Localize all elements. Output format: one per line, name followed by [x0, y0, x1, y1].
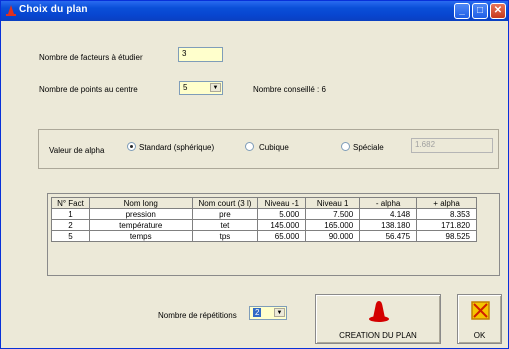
- table-row[interactable]: 5 temps tps 65.000 90.000 56.475 98.525: [51, 230, 477, 242]
- col-header-nom-long[interactable]: Nom long: [88, 197, 193, 209]
- col-header-niveau-1[interactable]: Niveau 1: [305, 197, 361, 209]
- traffic-cone-icon: [369, 301, 389, 322]
- ok-button[interactable]: OK: [457, 294, 502, 344]
- col-header-niveau-moins1[interactable]: Niveau -1: [257, 197, 307, 209]
- cell-nfact[interactable]: 1: [51, 208, 90, 220]
- cell-plus-alpha[interactable]: 171.820: [416, 219, 477, 231]
- cell-niveau-1[interactable]: 90.000: [305, 230, 361, 242]
- window-title: Choix du plan: [19, 4, 88, 15]
- radio-cubique[interactable]: [245, 142, 254, 151]
- factors-table: N° Fact Nom long Nom court (3 l) Niveau …: [51, 197, 477, 242]
- repetitions-label: Nombre de répétitions: [158, 311, 237, 320]
- points-centre-value: 5: [183, 83, 188, 92]
- cell-nom-long[interactable]: pression: [88, 208, 193, 220]
- maximize-button[interactable]: □: [472, 3, 488, 19]
- cell-niveau-moins1[interactable]: 5.000: [257, 208, 307, 220]
- title-bar[interactable]: Choix du plan _ □ ✕: [1, 1, 508, 21]
- radio-speciale-label[interactable]: Spéciale: [353, 143, 384, 152]
- cell-nom-court[interactable]: tet: [191, 219, 259, 231]
- col-header-plus-alpha[interactable]: + alpha: [416, 197, 477, 209]
- cell-moins-alpha[interactable]: 4.148: [359, 208, 418, 220]
- col-header-moins-alpha[interactable]: - alpha: [359, 197, 418, 209]
- repetitions-value: 2: [253, 308, 262, 317]
- cell-nom-court[interactable]: tps: [191, 230, 259, 242]
- radio-standard-label[interactable]: Standard (sphérique): [139, 143, 214, 152]
- cell-niveau-moins1[interactable]: 145.000: [257, 219, 307, 231]
- cell-plus-alpha[interactable]: 98.525: [416, 230, 477, 242]
- cell-niveau-1[interactable]: 165.000: [305, 219, 361, 231]
- repetitions-select[interactable]: 2 ▼: [249, 306, 287, 320]
- app-cone-icon: [6, 5, 16, 16]
- close-button[interactable]: ✕: [490, 3, 506, 19]
- alpha-special-input[interactable]: 1.682: [411, 138, 493, 153]
- facteurs-label: Nombre de facteurs à étudier: [39, 53, 143, 62]
- cell-moins-alpha[interactable]: 138.180: [359, 219, 418, 231]
- col-header-nom-court[interactable]: Nom court (3 l): [191, 197, 259, 209]
- table-header-row: N° Fact Nom long Nom court (3 l) Niveau …: [51, 197, 477, 209]
- points-centre-select[interactable]: 5 ▼: [179, 81, 223, 95]
- create-plan-label: CREATION DU PLAN: [339, 331, 417, 340]
- ok-label: OK: [473, 331, 486, 340]
- table-row[interactable]: 2 température tet 145.000 165.000 138.18…: [51, 219, 477, 231]
- table-row[interactable]: 1 pression pre 5.000 7.500 4.148 8.353: [51, 208, 477, 220]
- alpha-label: Valeur de alpha: [49, 146, 105, 155]
- cell-niveau-moins1[interactable]: 65.000: [257, 230, 307, 242]
- cell-nom-long[interactable]: température: [88, 219, 193, 231]
- cell-niveau-1[interactable]: 7.500: [305, 208, 361, 220]
- radio-cubique-label[interactable]: Cubique: [259, 143, 289, 152]
- points-centre-label: Nombre de points au centre: [39, 85, 138, 94]
- cell-nom-long[interactable]: temps: [88, 230, 193, 242]
- nombre-conseille-text: Nombre conseillé : 6: [253, 85, 326, 94]
- radio-standard[interactable]: [127, 142, 136, 151]
- cell-nfact[interactable]: 2: [51, 219, 90, 231]
- dialog-window: Choix du plan _ □ ✕ Nombre de facteurs à…: [0, 0, 509, 349]
- cell-nfact[interactable]: 5: [51, 230, 90, 242]
- cell-plus-alpha[interactable]: 8.353: [416, 208, 477, 220]
- ok-cross-icon: [471, 301, 490, 320]
- chevron-down-icon[interactable]: ▼: [210, 83, 221, 92]
- col-header-nfact[interactable]: N° Fact: [51, 197, 90, 209]
- create-plan-button[interactable]: CREATION DU PLAN: [315, 294, 441, 344]
- radio-speciale[interactable]: [341, 142, 350, 151]
- cell-nom-court[interactable]: pre: [191, 208, 259, 220]
- chevron-down-icon[interactable]: ▼: [274, 308, 285, 317]
- facteurs-input[interactable]: 3: [178, 47, 223, 62]
- cell-moins-alpha[interactable]: 56.475: [359, 230, 418, 242]
- minimize-button[interactable]: _: [454, 3, 470, 19]
